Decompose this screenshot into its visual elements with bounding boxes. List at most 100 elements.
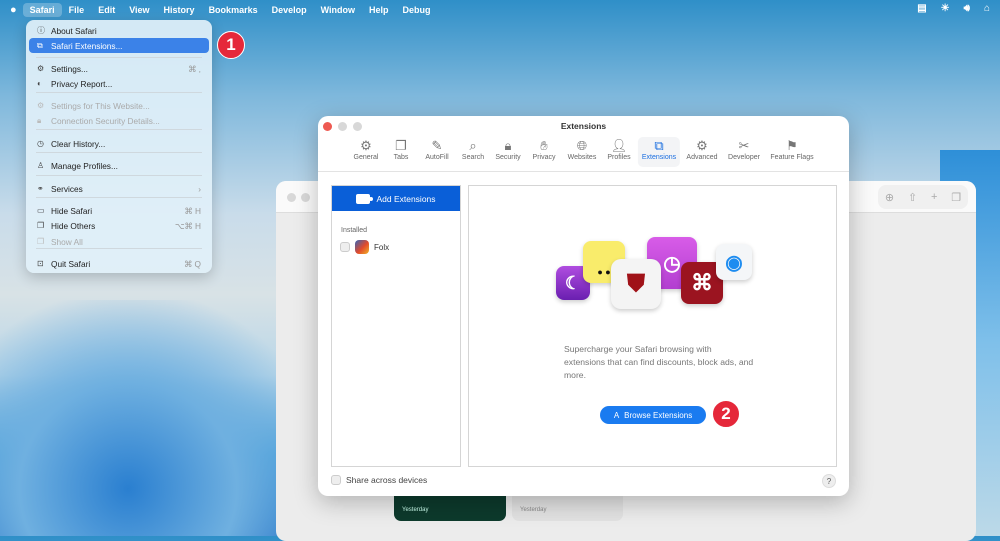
tab-overview-icon[interactable]: ❐ xyxy=(951,191,961,204)
menu-file[interactable]: File xyxy=(62,3,92,17)
shield-extension-icon: ⛊ xyxy=(611,259,661,309)
tab-label: Tabs xyxy=(393,154,409,161)
search-extension-icon: ◉ xyxy=(716,244,752,280)
tab-search[interactable]: ⌕ Search xyxy=(458,137,488,167)
menu-item-quit-safari[interactable]: ⊡ Quit Safari ⌘ Q xyxy=(29,256,209,271)
settings-window: Extensions ⚙ General ❐ Tabs ✎ AutoFill ⌕ Search… xyxy=(318,116,849,496)
tab-websites[interactable]: 🌐︎ Websites xyxy=(564,137,601,167)
extension-detail-panel: ☾ ● ● ◷ ⛊ ⌘ ◉ Supercharge your Safari br… xyxy=(468,185,837,467)
menu-item-shortcut: › xyxy=(198,183,201,194)
menu-help[interactable]: Help xyxy=(362,3,396,17)
extensions-list-panel: Add Extensions Installed Folx xyxy=(331,185,461,467)
menu-separator xyxy=(36,129,202,130)
menu-item-shortcut: ⌥⌘ H xyxy=(174,220,201,231)
extension-enable-checkbox[interactable] xyxy=(340,242,350,252)
tab-profiles[interactable]: 👤︎ Profiles xyxy=(603,137,634,167)
menu-item-label: Connection Security Details... xyxy=(51,115,160,126)
menu-item-privacy-report[interactable]: ◐ Privacy Report... xyxy=(29,76,209,91)
tab-feature-flags[interactable]: ⚑ Feature Flags xyxy=(766,137,817,167)
tab-label: AutoFill xyxy=(425,154,449,161)
menu-item-services[interactable]: ⚭ Services › xyxy=(29,181,209,196)
tab-autofill[interactable]: ✎ AutoFill xyxy=(421,137,452,167)
menu-item-manage-profiles[interactable]: ♙ Manage Profiles... xyxy=(29,158,209,173)
menu-separator xyxy=(36,197,202,198)
share-across-devices[interactable]: Share across devices xyxy=(331,475,427,485)
menu-history[interactable]: History xyxy=(157,3,202,17)
download-icon[interactable]: ⊕ xyxy=(885,191,894,204)
advanced-icon: ⚙ xyxy=(696,138,708,153)
safari-menu: ⓘ About Safari ⧉ Safari Extensions... ⚙ Setti… xyxy=(26,20,212,273)
add-extensions-label: Add Extensions xyxy=(376,193,436,204)
search-icon: ⌕ xyxy=(469,138,477,153)
menu-view[interactable]: View xyxy=(122,3,156,17)
status-icons: ▤ ☀ 🔊︎ ⌂ xyxy=(917,3,990,14)
tab-developer[interactable]: ✂ Developer xyxy=(724,137,764,167)
feature-flags-icon: ⚑ xyxy=(786,138,798,153)
menu-window[interactable]: Window xyxy=(314,3,362,17)
browse-extensions-button[interactable]: A Browse Extensions xyxy=(600,406,706,424)
menu-item-shortcut: ⌘ H xyxy=(184,205,201,216)
menu-safari[interactable]: Safari xyxy=(22,2,62,17)
menu-item-label: Clear History... xyxy=(51,138,106,149)
menu-item-shortcut: ⌘ Q xyxy=(183,258,201,269)
apple-menu-icon[interactable]: ● xyxy=(10,4,17,16)
windows-icon: ❐ xyxy=(37,237,45,246)
tab-privacy[interactable]: ✋︎ Privacy xyxy=(529,137,560,167)
menu-item-label: Services xyxy=(51,183,83,194)
new-tab-icon[interactable]: + xyxy=(931,191,937,203)
menu-item-label: Hide Safari xyxy=(51,205,93,216)
close-button[interactable] xyxy=(287,193,296,202)
tab-label: Search xyxy=(461,154,485,161)
menu-item-label: Safari Extensions... xyxy=(51,40,123,51)
menu-item-hide-safari[interactable]: ▭ Hide Safari ⌘ H xyxy=(29,203,209,218)
security-icon: 🔒︎ xyxy=(504,138,512,153)
brightness-icon[interactable]: ☀ xyxy=(941,3,950,14)
menu-item-hide-others[interactable]: ❐ Hide Others ⌥⌘ H xyxy=(29,218,209,233)
notes-icon[interactable]: ▤ xyxy=(917,3,926,14)
menu-debug[interactable]: Debug xyxy=(396,3,438,17)
tab-security[interactable]: 🔒︎ Security xyxy=(491,137,524,167)
general-icon: ⚙ xyxy=(360,138,372,153)
tab-general[interactable]: ⚙ General xyxy=(350,137,383,167)
menu-separator xyxy=(36,57,202,58)
menu-item-label: Hide Others xyxy=(51,220,96,231)
control-center-icon[interactable]: ⌂ xyxy=(984,3,990,14)
browse-extensions-label: Browse Extensions xyxy=(624,410,693,420)
tabs-icon: ❐ xyxy=(395,138,407,153)
autofill-icon: ✎ xyxy=(431,138,443,153)
tab-tabs[interactable]: ❐ Tabs xyxy=(390,137,413,167)
profiles-icon: 👤︎ xyxy=(610,138,628,153)
menu-item-settings-for-this-website: ⚙ Settings for This Website... xyxy=(29,98,209,113)
tab-label: Extensions xyxy=(641,154,677,161)
minimize-button[interactable] xyxy=(301,193,310,202)
menu-separator xyxy=(36,248,202,249)
tab-extensions[interactable]: ⧉ Extensions xyxy=(637,137,681,167)
menu-item-show-all: ❐ Show All xyxy=(29,234,209,249)
tab-label: Developer xyxy=(728,154,760,161)
menu-separator xyxy=(36,152,202,153)
tab-advanced[interactable]: ⚙ Advanced xyxy=(682,137,721,167)
menu-edit[interactable]: Edit xyxy=(91,3,122,17)
window-title: Extensions xyxy=(560,121,607,131)
extension-item-folx[interactable]: Folx xyxy=(340,240,460,254)
share-icon[interactable]: ⇧ xyxy=(908,191,917,204)
menu-bookmarks[interactable]: Bookmarks xyxy=(202,3,265,17)
help-button[interactable]: ? xyxy=(822,474,836,488)
thumbnail-date: Yesterday xyxy=(402,507,429,513)
clock-icon: ◷ xyxy=(37,139,44,148)
privacy-icon: ◐ xyxy=(37,79,42,88)
puzzle-icon xyxy=(356,193,374,204)
extensions-icon: ⧉ xyxy=(654,138,664,153)
menu-item-about-safari[interactable]: ⓘ About Safari xyxy=(29,23,209,38)
menu-develop[interactable]: Develop xyxy=(265,3,314,17)
add-extensions-button[interactable]: Add Extensions xyxy=(332,186,460,211)
share-checkbox[interactable] xyxy=(331,475,341,485)
menu-item-clear-history[interactable]: ◷ Clear History... xyxy=(29,136,209,151)
menu-item-label: About Safari xyxy=(51,25,97,36)
gear-icon: ⚙ xyxy=(37,64,45,73)
person-icon: ♙ xyxy=(37,161,45,170)
menu-item-settings[interactable]: ⚙ Settings... ⌘ , xyxy=(29,61,209,76)
volume-icon[interactable]: 🔊︎ xyxy=(964,3,970,14)
step-badge-1: 1 xyxy=(217,31,245,59)
menu-item-safari-extensions[interactable]: ⧉ Safari Extensions... xyxy=(29,38,209,53)
